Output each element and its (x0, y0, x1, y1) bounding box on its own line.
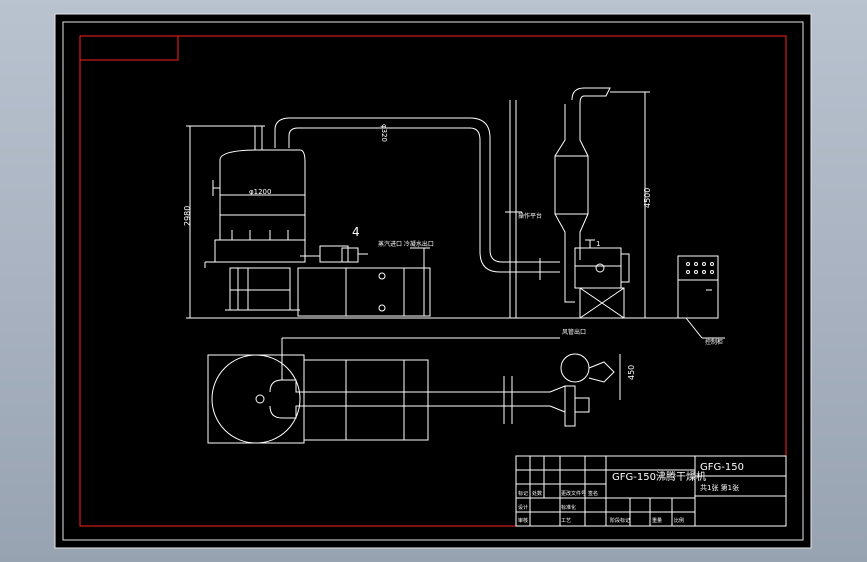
dim-plan-offset: 450 (627, 365, 636, 380)
tb-role-3: 工艺 (561, 518, 571, 524)
dim-height-right: 4500 (643, 188, 652, 208)
tb-weight: 重量 (652, 517, 662, 524)
tb-row-3: 更改文件号 (561, 490, 586, 497)
dim-height-left: 2980 (183, 206, 192, 226)
sheet-count: 共1张 第1张 (700, 483, 739, 492)
cad-canvas (54, 13, 812, 549)
tb-row-0: 标记 (518, 490, 528, 497)
tb-row-4: 签名 (588, 490, 598, 497)
plan-tag: 风管出口 (562, 328, 586, 336)
dim-top-duct: φ320 (380, 124, 388, 142)
tb-scale: 比例 (674, 517, 684, 524)
tb-role-1: 标准化 (561, 504, 576, 511)
tb-role-2: 审核 (518, 517, 528, 524)
fan-tag: 1 (596, 240, 600, 248)
part-balloon: 4 (352, 225, 360, 239)
cabinet-tag: 控制柜 (705, 338, 723, 346)
tb-row-1: 处数 (532, 490, 542, 497)
tb-stage: 阶段标记 (610, 517, 630, 524)
model-code: GFG-150 (700, 462, 744, 473)
tb-role-0: 设计 (518, 504, 528, 511)
drawing-title: GFG-150沸腾干燥机 (612, 470, 706, 483)
platform-note: 操作平台 (518, 212, 542, 220)
heater-note: 蒸汽进口 冷凝水出口 (378, 240, 434, 248)
dim-tank-diameter: φ1200 (249, 188, 271, 196)
